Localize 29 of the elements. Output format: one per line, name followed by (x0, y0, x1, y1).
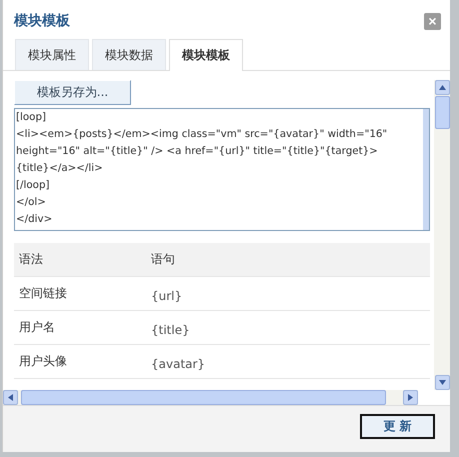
scroll-right-icon[interactable] (403, 390, 418, 405)
code-line: height="16" alt="{title}" /> <a href="{url}" title="{title}"{target}> (16, 144, 378, 159)
tab[interactable]: 模块数据 (92, 39, 166, 70)
table-cell-text: 用户头像 (18, 353, 68, 370)
column-header: 语法 (18, 251, 44, 268)
scroll-up-icon[interactable] (434, 80, 450, 95)
table-cell-text: {avatar} (150, 356, 206, 370)
scroll-left-icon[interactable] (3, 390, 18, 405)
tab[interactable]: 模块属性 (15, 39, 89, 70)
scrollbar-thumb[interactable] (434, 96, 450, 129)
dialog-title: 模块模板 (14, 12, 70, 30)
update-button[interactable]: 更 新 (360, 414, 435, 439)
table-cell-text: 用户名 (18, 319, 56, 336)
column-header: 语句 (150, 251, 176, 268)
code-line: </ol> (16, 195, 46, 210)
scroll-down-icon[interactable] (434, 375, 450, 390)
table-cell-text: 空间链接 (18, 285, 68, 302)
tab[interactable]: 模块模板 (169, 39, 243, 71)
code-line: <li><em>{posts}</em><img class="vm" src="{avatar}" width="16" (16, 127, 388, 142)
vertical-scrollbar[interactable] (434, 80, 450, 390)
save-as-button[interactable]: 模板另存为... (14, 80, 131, 105)
code-line: {title}</a></li> (16, 161, 103, 176)
code-line: </div> (16, 212, 52, 227)
code-line: [loop] (16, 110, 46, 125)
code-line: [/loop] (16, 178, 50, 193)
template-editor[interactable]: [loop] <li><em>{posts}</em><img class="vm" src="{avatar}" width="16" height="16" alt="{title}" /> <a href="{url}" title="{title}"{target}> {title}</a></li> [/loop] </ol> </div> (14, 108, 430, 231)
table-cell-text: {title} (150, 322, 191, 336)
table-cell-text: {url} (150, 288, 184, 302)
scrollbar[interactable] (423, 109, 429, 230)
